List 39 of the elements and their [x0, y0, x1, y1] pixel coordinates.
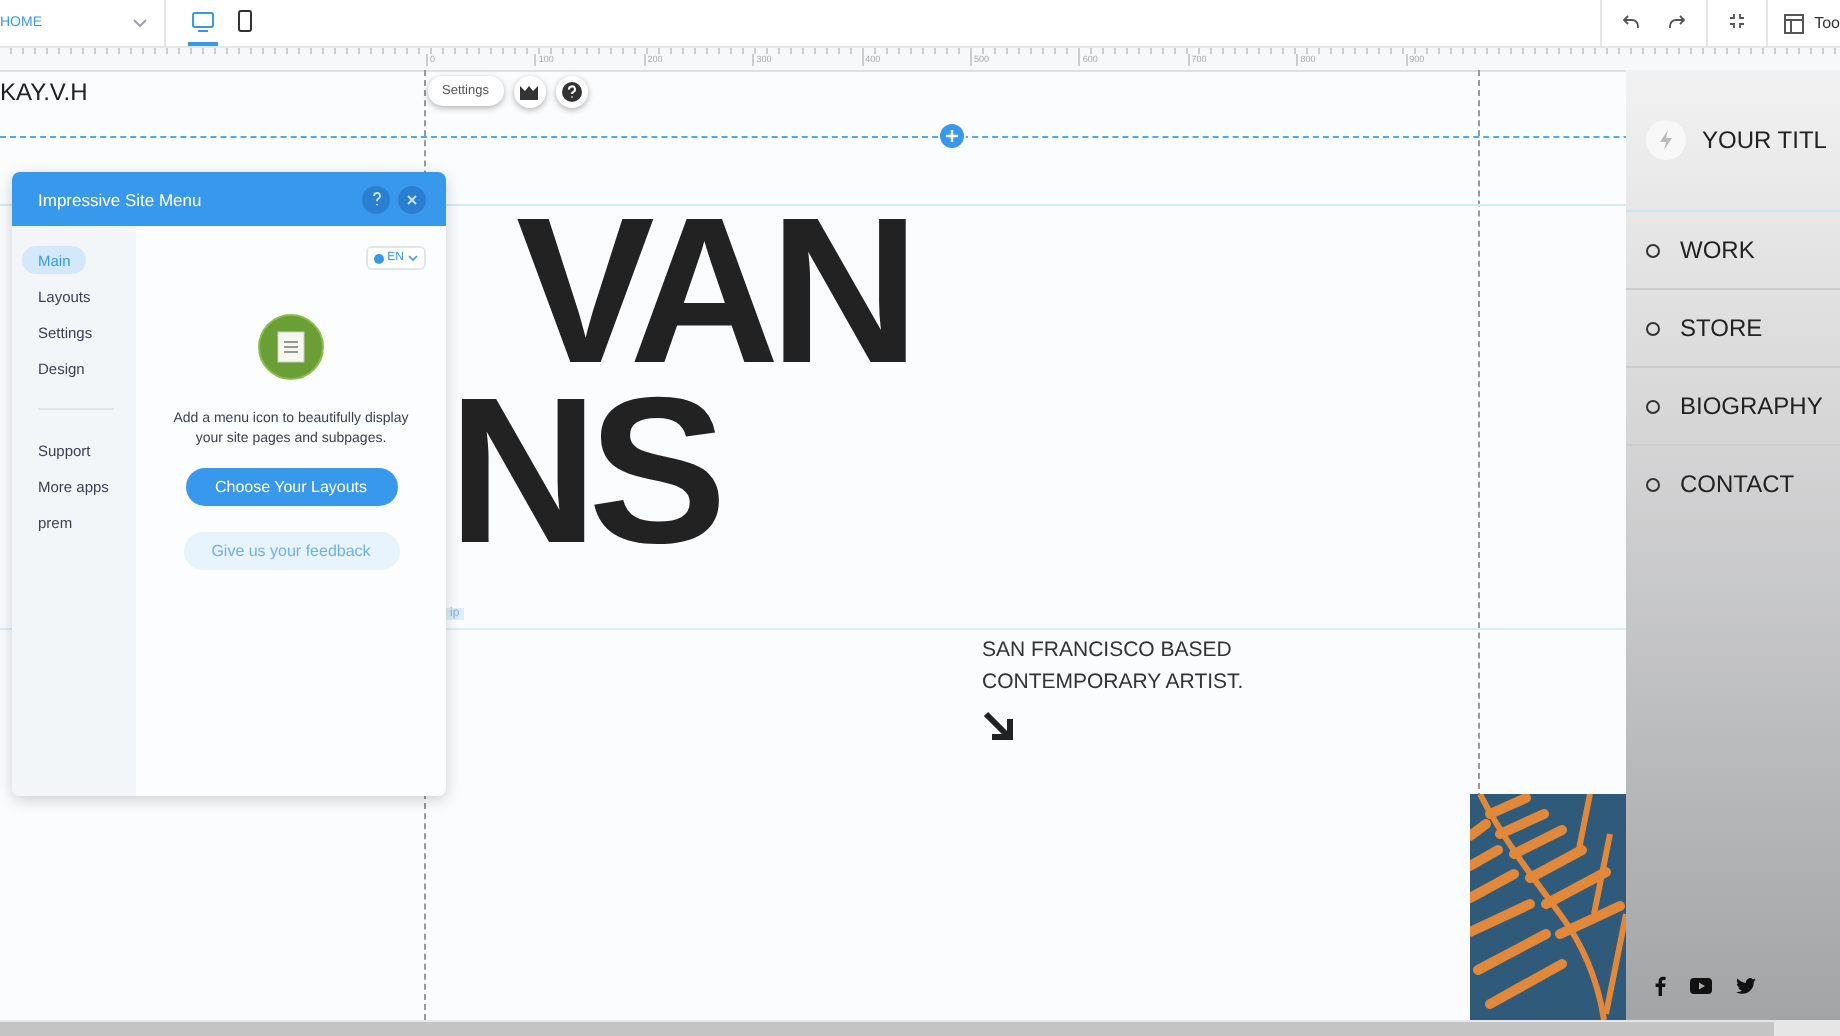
lightning-icon [1646, 120, 1686, 160]
video-play-icon[interactable] [1690, 978, 1712, 994]
site-name: KAY.V.H [0, 78, 88, 106]
arrow-down-right-icon [982, 710, 1014, 742]
close-button[interactable] [398, 185, 426, 213]
panel-layout-icon [1784, 13, 1805, 33]
mobile-phone-icon [238, 10, 252, 32]
chevron-down-icon [132, 18, 148, 28]
menu-item[interactable]: WORK [1626, 212, 1840, 290]
menu-item[interactable]: BIOGRAPHY [1626, 368, 1840, 446]
crown-icon [520, 85, 538, 99]
tagline-text: SAN FRANCISCO BASED CONTEMPORARY ARTIST. [982, 636, 1244, 698]
panel-title: Impressive Site Menu [38, 189, 204, 209]
redo-icon [1668, 13, 1687, 29]
menu-item[interactable]: CONTACT [1626, 446, 1840, 524]
menu-item[interactable]: STORE [1626, 290, 1840, 368]
bullet-icon [1646, 321, 1660, 335]
globe-icon [373, 253, 384, 263]
bird-icon[interactable] [1736, 978, 1756, 994]
question-mark-icon [371, 192, 381, 206]
undo-button[interactable] [1618, 13, 1645, 33]
redo-button[interactable] [1664, 13, 1691, 33]
help-icon [561, 82, 581, 102]
add-section-icon[interactable] [938, 122, 966, 150]
upgrade-button[interactable] [513, 76, 545, 108]
bullet-icon [1646, 477, 1660, 491]
menu-document-icon [258, 314, 324, 380]
bullet-icon [1646, 399, 1660, 413]
undo-icon [1622, 13, 1641, 29]
help-button[interactable] [555, 76, 587, 108]
desktop-icon [192, 11, 214, 31]
bullet-icon [1646, 243, 1660, 257]
facebook-icon[interactable] [1654, 976, 1666, 996]
tools-button[interactable]: Too [1766, 0, 1840, 46]
collapse-icon [1728, 12, 1747, 30]
chevron-down-icon [408, 254, 418, 262]
close-icon [406, 193, 418, 205]
menu-title: YOUR TITL [1702, 126, 1827, 154]
horizontal-scrollbar[interactable] [0, 1020, 1840, 1036]
